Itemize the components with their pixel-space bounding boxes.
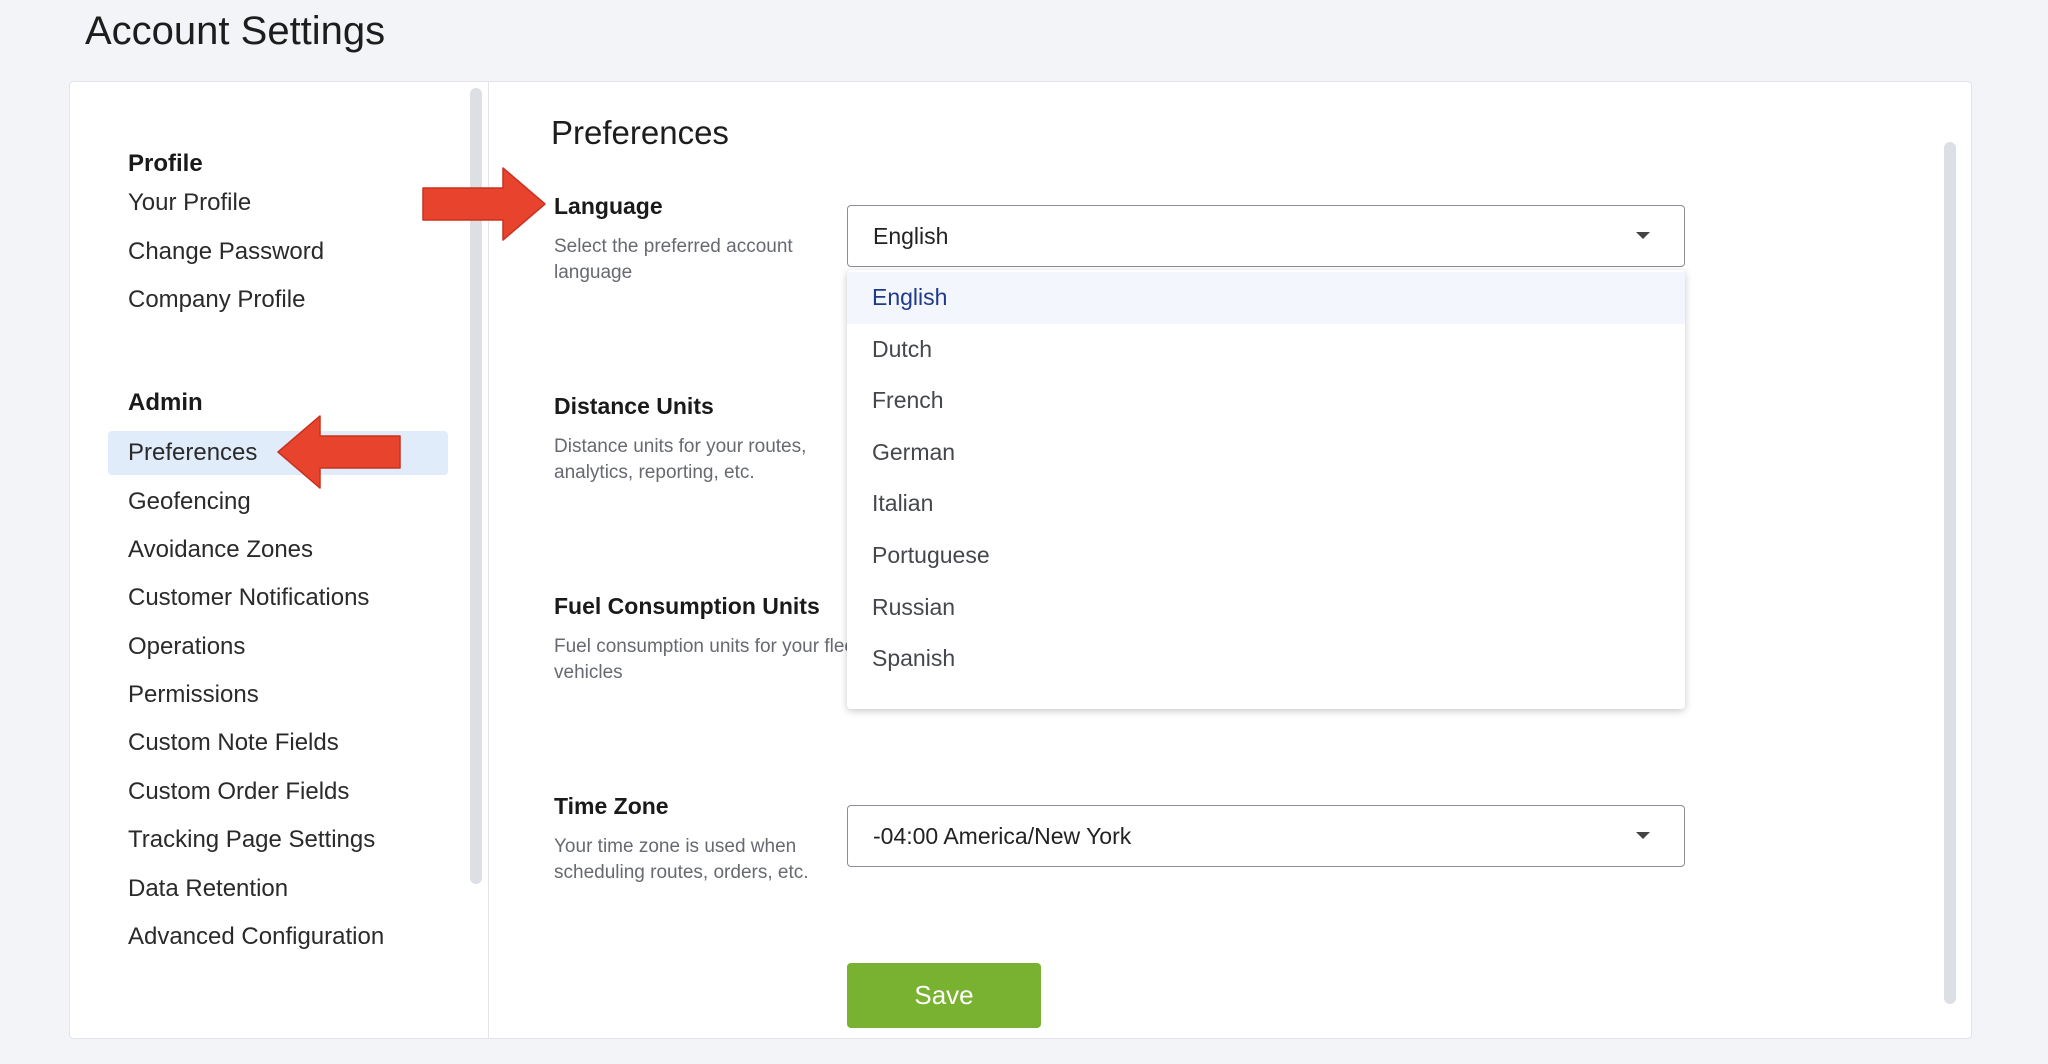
sidebar-section-profile: Profile <box>128 150 203 177</box>
language-option-spanish[interactable]: Spanish <box>847 633 1685 685</box>
arrow-annotation-icon <box>422 167 546 241</box>
language-option-italian[interactable]: Italian <box>847 478 1685 530</box>
sidebar-item-your-profile[interactable]: Your Profile <box>108 181 448 225</box>
language-option-french[interactable]: French <box>847 375 1685 427</box>
distance-units-label: Distance Units <box>554 393 714 419</box>
page-title: Account Settings <box>85 9 386 53</box>
language-option-german[interactable]: German <box>847 427 1685 479</box>
language-label: Language <box>554 193 663 219</box>
time-zone-select-value: -04:00 America/New York <box>873 823 1132 849</box>
fuel-units-label: Fuel Consumption Units <box>554 593 820 619</box>
sidebar-item-data-retention[interactable]: Data Retention <box>108 867 448 911</box>
language-option-english[interactable]: English <box>847 272 1685 324</box>
language-description: Select the preferred account language <box>554 236 793 283</box>
sidebar-item-permissions[interactable]: Permissions <box>108 673 448 717</box>
sidebar-item-change-password[interactable]: Change Password <box>108 230 448 274</box>
sidebar-section-admin: Admin <box>128 389 203 416</box>
save-button[interactable]: Save <box>847 963 1041 1028</box>
language-option-russian[interactable]: Russian <box>847 582 1685 634</box>
section-title: Preferences <box>551 114 729 152</box>
caret-down-icon <box>1636 232 1650 239</box>
time-zone-description: Your time zone is used when scheduling r… <box>554 836 809 883</box>
sidebar-item-company-profile[interactable]: Company Profile <box>108 278 448 322</box>
language-dropdown-menu: English Dutch French German Italian Port… <box>847 270 1685 709</box>
sidebar-item-customer-notifications[interactable]: Customer Notifications <box>108 576 448 620</box>
sidebar-item-custom-note-fields[interactable]: Custom Note Fields <box>108 721 448 765</box>
distance-units-description: Distance units for your routes, analytic… <box>554 436 807 483</box>
sidebar-item-avoidance-zones[interactable]: Avoidance Zones <box>108 528 448 572</box>
time-zone-label: Time Zone <box>554 793 669 819</box>
language-select[interactable]: English <box>847 205 1685 267</box>
sidebar-item-tracking-page-settings[interactable]: Tracking Page Settings <box>108 818 448 862</box>
sidebar-item-custom-order-fields[interactable]: Custom Order Fields <box>108 770 448 814</box>
caret-down-icon <box>1636 832 1650 839</box>
arrow-annotation-icon <box>277 415 401 489</box>
sidebar-item-operations[interactable]: Operations <box>108 625 448 669</box>
time-zone-select[interactable]: -04:00 America/New York <box>847 805 1685 867</box>
sidebar-item-advanced-configuration[interactable]: Advanced Configuration <box>108 915 448 959</box>
language-option-dutch[interactable]: Dutch <box>847 324 1685 376</box>
language-option-portuguese[interactable]: Portuguese <box>847 530 1685 582</box>
preferences-panel: Preferences Language Select the preferre… <box>489 82 1971 1038</box>
fuel-units-description: Fuel consumption units for your fleet ve… <box>554 636 861 683</box>
content-scrollbar[interactable] <box>1944 142 1956 1004</box>
settings-card: Profile Your Profile Change Password Com… <box>69 81 1972 1039</box>
language-select-value: English <box>873 223 949 249</box>
